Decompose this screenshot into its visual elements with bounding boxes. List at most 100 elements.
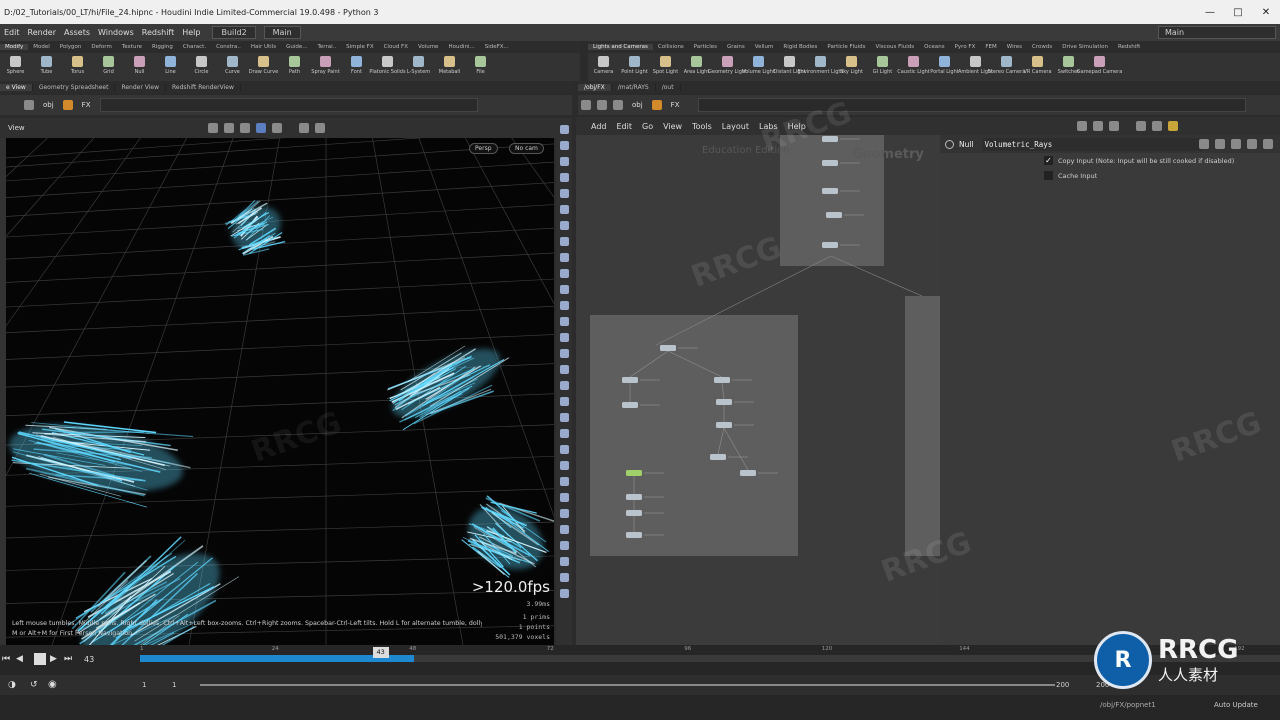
shelf-tab-collisions[interactable]: Collisions	[653, 44, 689, 50]
shelf-tab-vellum[interactable]: Vellum	[750, 44, 779, 50]
range-start[interactable]: 1	[142, 681, 146, 689]
shelf-tab-particles[interactable]: Particles	[689, 44, 722, 50]
tool-font[interactable]: Font	[341, 56, 372, 75]
viewport-tool-icon[interactable]	[559, 381, 569, 390]
range-end[interactable]: 200	[1056, 681, 1069, 689]
range-start-2[interactable]: 1	[172, 681, 176, 689]
shelf-tab-redshift[interactable]: Redshift	[1113, 44, 1145, 50]
tool-circle[interactable]: Circle	[186, 56, 217, 75]
tool-vr-camera[interactable]: VR Camera	[1022, 56, 1053, 75]
viewport-tool-icon[interactable]	[559, 429, 569, 438]
tool-path[interactable]: Path	[279, 56, 310, 75]
tool-stereo-camera[interactable]: Stereo Camera	[988, 56, 1025, 75]
workspace-selector-left[interactable]: Main	[263, 26, 301, 39]
viewport-tool-icon[interactable]	[559, 237, 569, 246]
menu-redshift[interactable]: Redshift	[138, 28, 178, 37]
tool-draw-curve[interactable]: Draw Curve	[248, 56, 279, 75]
network-node[interactable]	[822, 160, 838, 166]
help-icon[interactable]	[1215, 139, 1225, 149]
right-path-field[interactable]	[698, 98, 1246, 112]
info-icon[interactable]	[1247, 139, 1257, 149]
tool-metaball[interactable]: Metaball	[434, 56, 465, 75]
viewport-tool-icon[interactable]	[559, 189, 569, 198]
menu-render[interactable]: Render	[24, 28, 60, 37]
viewport-tool-icon[interactable]	[559, 285, 569, 294]
network-node[interactable]	[660, 345, 676, 351]
net-menu-layout[interactable]: Layout	[717, 122, 754, 131]
network-node[interactable]	[622, 377, 638, 383]
viewport-tool-icon[interactable]	[559, 269, 569, 278]
tool-ambient-light[interactable]: Ambient Light	[958, 56, 993, 75]
back-icon[interactable]	[581, 100, 591, 110]
camera-icon[interactable]	[299, 123, 309, 133]
tab-geometry-spreadsheet[interactable]: Geometry Spreadsheet	[33, 83, 116, 91]
tool-gamepad-camera[interactable]: Gamepad Camera	[1077, 56, 1122, 75]
shelf-tab-fem[interactable]: FEM	[980, 44, 1001, 50]
path-obj-left[interactable]: obj	[37, 101, 60, 109]
realtime-icon[interactable]: ◑	[8, 680, 16, 690]
net-menu-view[interactable]: View	[658, 122, 687, 131]
menu-edit[interactable]: Edit	[0, 28, 24, 37]
network-node[interactable]	[622, 402, 638, 408]
shelf-tab-volume[interactable]: Volume	[413, 44, 443, 50]
shelf-tab-viscous-fluids[interactable]: Viscous Fluids	[871, 44, 920, 50]
shelf-tab-simple-fx[interactable]: Simple FX	[341, 44, 378, 50]
maximize-icon[interactable]: □	[1224, 0, 1252, 24]
flag-icon[interactable]	[1168, 121, 1178, 131]
camera-menu[interactable]: No cam	[509, 143, 544, 154]
net-menu-go[interactable]: Go	[637, 122, 658, 131]
tool-tube[interactable]: Tube	[31, 56, 62, 75]
cache-input-checkbox[interactable]	[1044, 171, 1053, 180]
shelf-tab-hair-utils[interactable]: Hair Utils	[246, 44, 281, 50]
menu-windows[interactable]: Windows	[94, 28, 138, 37]
tool-gi-light[interactable]: GI Light	[867, 56, 898, 75]
shelf-tab-wires[interactable]: Wires	[1002, 44, 1027, 50]
viewport-tool-icon[interactable]	[559, 333, 569, 342]
tool-spray-paint[interactable]: Spray Paint	[310, 56, 341, 75]
forward-icon[interactable]	[597, 100, 607, 110]
viewport-tool-icon[interactable]	[559, 413, 569, 422]
network-node[interactable]	[626, 494, 642, 500]
tab-scene-view[interactable]: e View	[0, 83, 33, 91]
viewport-tool-icon[interactable]	[559, 301, 569, 310]
shelf-tab-deform[interactable]: Deform	[86, 44, 116, 50]
shelf-tab-pyro-fx[interactable]: Pyro FX	[950, 44, 981, 50]
shelf-tab-drive-simulation[interactable]: Drive Simulation	[1057, 44, 1113, 50]
shelf-tab-grains[interactable]: Grains	[722, 44, 750, 50]
tab-out[interactable]: /out	[656, 83, 681, 91]
tool-grid[interactable]: Grid	[93, 56, 124, 75]
rotate-icon[interactable]	[240, 123, 250, 133]
tool-curve[interactable]: Curve	[217, 56, 248, 75]
tool-caustic-light[interactable]: Caustic Light	[897, 56, 930, 75]
network-node[interactable]	[716, 422, 732, 428]
left-path-field[interactable]	[100, 98, 478, 112]
wire-icon[interactable]	[1077, 121, 1087, 131]
viewport-tool-icon[interactable]	[559, 125, 569, 134]
shelf-tab-charact[interactable]: Charact.	[178, 44, 211, 50]
select-icon[interactable]	[208, 123, 218, 133]
viewport-tool-icon[interactable]	[559, 589, 569, 598]
viewport-tool-icon[interactable]	[559, 509, 569, 518]
viewport-tool-icon[interactable]	[559, 461, 569, 470]
layout-icon[interactable]	[1136, 121, 1146, 131]
shelf-tab-guide[interactable]: Guide...	[281, 44, 312, 50]
network-node[interactable]	[826, 212, 842, 218]
tool-null[interactable]: Null	[124, 56, 155, 75]
shelf-tab-terrai[interactable]: Terrai..	[312, 44, 341, 50]
persp-menu[interactable]: Persp	[469, 143, 498, 154]
color-icon[interactable]	[1109, 121, 1119, 131]
auto-update-menu[interactable]: Auto Update	[1214, 701, 1258, 709]
tool-l-system[interactable]: L-System	[403, 56, 434, 75]
network-node[interactable]	[740, 470, 756, 476]
tool-sky-light[interactable]: Sky Light	[836, 56, 867, 75]
search-icon[interactable]	[1231, 139, 1241, 149]
network-node[interactable]	[710, 454, 726, 460]
workspace-selector-right[interactable]: Main	[1158, 26, 1276, 39]
stop-icon[interactable]	[34, 653, 46, 665]
frame-field[interactable]: 43	[84, 655, 94, 664]
play-reverse-icon[interactable]: ◀	[16, 654, 30, 664]
shelf-tab-model[interactable]: Model	[28, 44, 55, 50]
grid-icon[interactable]	[272, 123, 282, 133]
grid-view-icon[interactable]	[1152, 121, 1162, 131]
viewport-tool-icon[interactable]	[559, 205, 569, 214]
